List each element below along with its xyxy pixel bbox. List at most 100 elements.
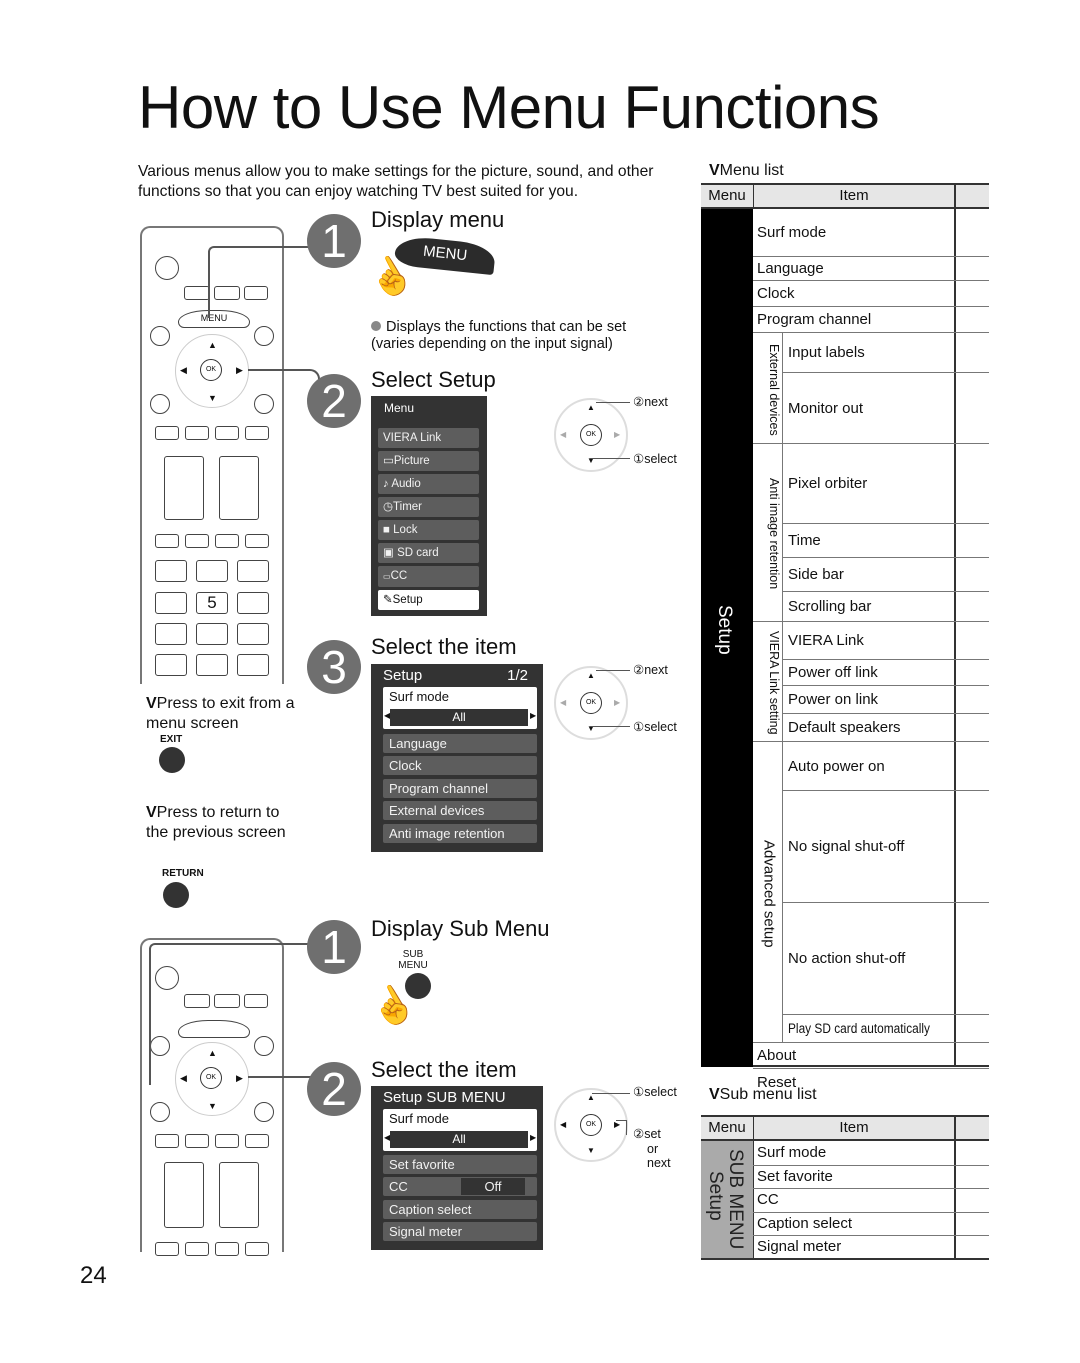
arrow-up-icon: ▲	[587, 403, 595, 412]
osd-item-value: Off	[461, 1178, 525, 1195]
osd-selected-item[interactable]: Surf mode ◀ All ▶	[383, 1109, 537, 1151]
table-row: Scrolling bar	[788, 598, 872, 615]
sub-menu-list-heading: VSub menu list	[709, 1086, 817, 1104]
osd-item-setup[interactable]: ✎Setup	[378, 590, 479, 610]
osd-item-timer[interactable]: ◷Timer	[378, 497, 479, 517]
sub-step-badge-1: 1	[307, 920, 361, 974]
arrow-right-icon: ▶	[530, 711, 537, 720]
osd-item-lock[interactable]: ■ Lock	[378, 520, 479, 540]
bullet-marker: V	[146, 804, 157, 821]
menu-name-setup: Setup	[714, 605, 735, 655]
color-key	[155, 1134, 179, 1148]
table-row: No action shut-off	[788, 950, 906, 967]
number-key-5: 5	[196, 592, 228, 614]
menu-name-setup-sub-menu: SUB MENU Setup	[705, 1149, 746, 1250]
osd-item[interactable]: Clock	[383, 756, 537, 775]
table-row: Power on link	[788, 691, 879, 708]
divider	[782, 333, 783, 444]
osd-item-sd-card[interactable]: ▣ SD card	[378, 543, 479, 563]
osd-item[interactable]: Anti image retention	[383, 824, 537, 843]
table-row: Pixel orbiter	[788, 475, 868, 492]
bullet-marker: V	[709, 162, 720, 179]
table-row: Surf mode	[757, 224, 827, 241]
power-button	[155, 256, 179, 280]
table-row: Signal meter	[757, 1238, 842, 1255]
nav-ring-diagram: OK ▲ ▼ ◀ ▶	[554, 666, 628, 740]
nav-ring-diagram: OK ▲ ▼ ◀ ▶	[554, 398, 628, 472]
osd-item-picture[interactable]: ▭Picture	[378, 451, 479, 471]
cc-icon: ▭	[383, 572, 391, 581]
color-key	[245, 426, 269, 440]
leader-line	[590, 726, 630, 728]
step-title: Select the item	[371, 634, 517, 659]
return-note-text: Press to return to the previous screen	[146, 804, 286, 841]
remote-key	[185, 534, 209, 548]
number-key	[237, 560, 269, 582]
volume-rocker	[164, 456, 204, 520]
setup-icon: ✎	[383, 594, 393, 606]
table-row: Monitor out	[788, 400, 864, 417]
osd-item[interactable]: Signal meter	[383, 1222, 537, 1241]
timer-icon: ◷	[383, 501, 394, 513]
leader-line	[616, 1120, 627, 1135]
dpad: OK ▲ ▼ ◀ ▶	[175, 334, 249, 408]
remote-key	[215, 534, 239, 548]
exit-button[interactable]	[159, 747, 185, 773]
sub-menu-list-table: Menu Item SUB MENU Setup Surf mode Set fa…	[701, 1115, 989, 1260]
bullet-marker: V	[709, 1086, 720, 1103]
channel-rocker	[219, 1162, 259, 1228]
osd-page-indicator: 1/2	[507, 667, 528, 684]
osd-main-menu: Menu VIERA Link ▭Picture ♪ Audio ◷Timer …	[371, 396, 487, 616]
osd-item-label: Setup	[392, 594, 423, 606]
osd-item[interactable]: External devices	[383, 801, 537, 820]
menu-list-table: Menu Item Setup Surf mode Language Clock Pr…	[701, 183, 989, 1091]
table-row: About	[757, 1047, 797, 1064]
menu-name-line: SUB MENU	[725, 1149, 746, 1250]
page-number: 24	[80, 1262, 107, 1289]
group-label: VIERA Link setting	[767, 631, 781, 735]
osd-item[interactable]: Caption select	[383, 1200, 537, 1219]
osd-item-cc[interactable]: ▭CC	[378, 566, 479, 587]
remote-key	[215, 1242, 239, 1256]
table-row: Play SD card automatically	[788, 1021, 930, 1036]
intro-text: Various menus allow you to make settings…	[138, 163, 654, 200]
sd-card-icon: ▣	[383, 547, 398, 559]
exit-note-text: Press to exit from a menu screen	[146, 695, 295, 732]
osd-item[interactable]: Program channel	[383, 779, 537, 798]
remote-key	[184, 286, 210, 300]
remote-key	[245, 1242, 269, 1256]
table-row: Side bar	[788, 566, 844, 583]
remote-key	[150, 1102, 170, 1122]
col-header-item: Item	[839, 1119, 869, 1136]
sub-menu-button-label: SUB MENU	[398, 949, 428, 971]
bullet-text: Displays the functions that can be set (…	[371, 319, 627, 352]
table-row: CC	[757, 1191, 779, 1208]
osd-item-viera-link[interactable]: VIERA Link	[378, 428, 479, 448]
osd-setup-menu: Setup 1/2 Surf mode ◀ All ▶ Language Clo…	[371, 664, 543, 852]
osd-item-label: CC	[389, 1179, 408, 1194]
number-key	[237, 592, 269, 614]
table-row: Surf mode	[757, 1144, 827, 1161]
remote-key	[254, 326, 274, 346]
osd-selected-item[interactable]: Surf mode ◀ All ▶	[383, 687, 537, 729]
table-row: Set favorite	[757, 1167, 833, 1185]
osd-item-cc[interactable]: CC Off	[383, 1177, 537, 1196]
arrow-right-icon: ▶	[236, 365, 243, 375]
leader-line	[149, 943, 316, 1085]
ok-icon: OK	[580, 424, 602, 446]
label-line: MENU	[398, 960, 428, 971]
remote-key	[150, 394, 170, 414]
step-title: Display menu	[371, 207, 505, 232]
osd-item-audio[interactable]: ♪ Audio	[378, 474, 479, 494]
osd-item[interactable]: Language	[383, 734, 537, 753]
selected-item-value: All	[390, 1131, 528, 1148]
return-button[interactable]	[163, 882, 189, 908]
table-row: VIERA Link	[788, 632, 864, 649]
osd-item[interactable]: Set favorite	[383, 1155, 537, 1174]
step-title: Select the item	[371, 1057, 517, 1082]
selected-item-label: Surf mode	[389, 1111, 449, 1126]
selected-item-value: All	[390, 709, 528, 726]
table-row: Auto power on	[788, 758, 885, 775]
table-row: Input labels	[788, 344, 865, 361]
ok-key: OK	[200, 359, 222, 381]
